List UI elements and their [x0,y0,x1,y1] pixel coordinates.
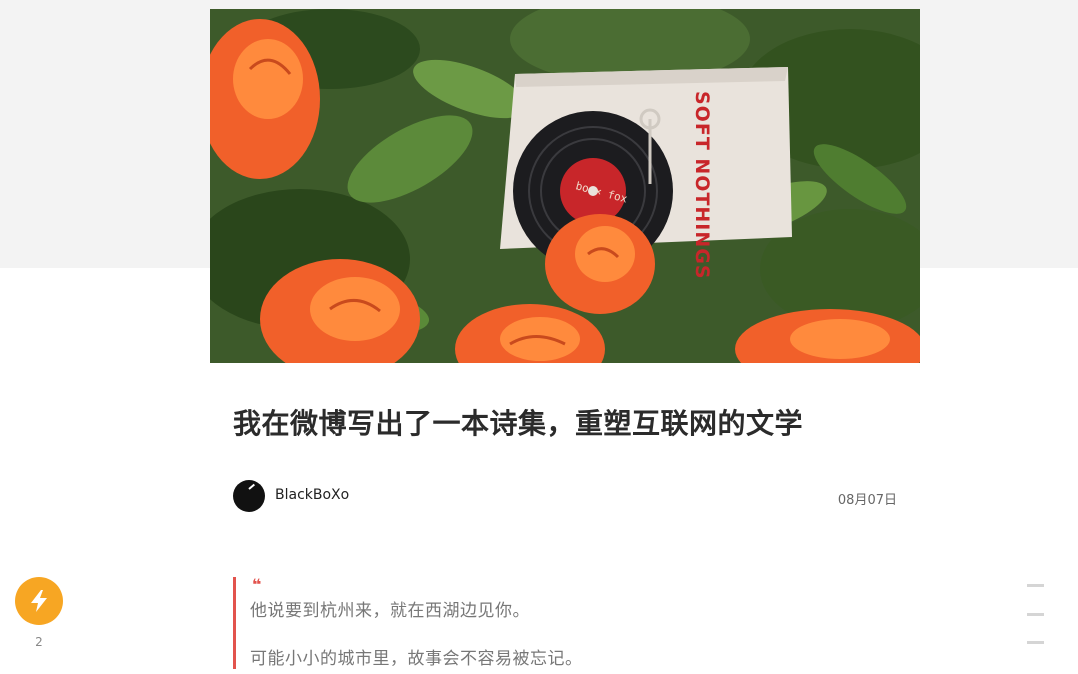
hero-image: SOFT NOTHINGS bo × fox [210,9,920,363]
author-row: BlackBoXo 08月07日 [233,480,897,512]
toc-bar [1027,584,1044,587]
toc-bar [1027,613,1044,616]
toc-lines-icon[interactable] [1027,584,1045,648]
article-title: 我在微博写出了一本诗集，重塑互联网的文学 [233,407,804,440]
post-date: 08月07日 [837,493,897,508]
quote-mark-icon: ❝ [252,575,262,594]
hero-box-text: SOFT NOTHINGS [691,91,713,280]
author-name[interactable]: BlackBoXo [275,487,349,503]
quote-line: 可能小小的城市里，故事会不容易被忘记。 [250,649,583,669]
blockquote: ❝ 他说要到杭州来，就在西湖边见你。 可能小小的城市里，故事会不容易被忘记。 [233,575,876,669]
like-count: 2 [35,635,43,649]
quote-line: 他说要到杭州来，就在西湖边见你。 [250,601,530,621]
author-avatar[interactable] [233,480,265,512]
lightning-icon [31,590,47,612]
toc-bar [1027,641,1044,644]
avatar-mark-icon [248,483,256,490]
like-button[interactable] [15,577,63,625]
